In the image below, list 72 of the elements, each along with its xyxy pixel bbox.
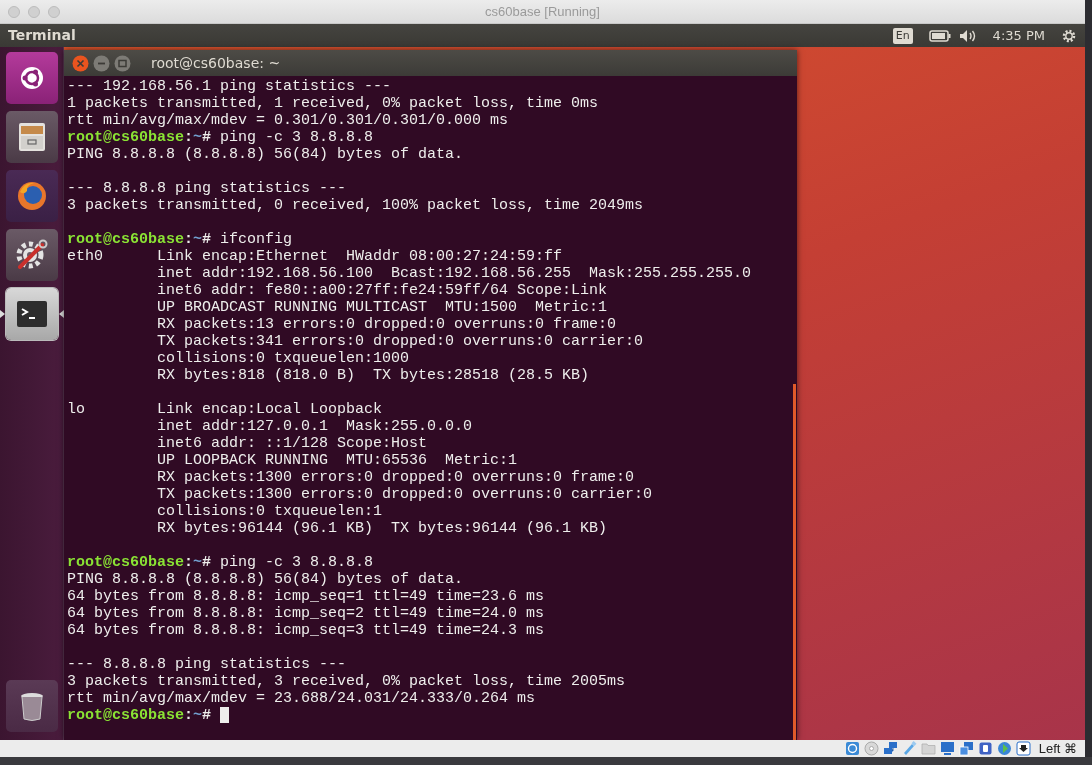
output-line: TX packets:1300 errors:0 dropped:0 overruns:0 carrier:0 [156, 486, 654, 503]
output-line: --- 192.168.56.1 ping statistics --- [67, 78, 393, 95]
prompt-separator: : [184, 129, 194, 146]
prompt-path: ~ [193, 231, 203, 248]
output-line: 3 packets transmitted, 0 received, 100% packet loss, time 2049ms [67, 197, 645, 214]
output-line: inet6 addr: ::1/128 Scope:Host [156, 435, 429, 452]
output-line: 64 bytes from 8.8.8.8: icmp_seq=2 ttl=49 time=24.0 ms [67, 605, 546, 622]
output-line: RX bytes:818 (818.0 B) TX bytes:28518 (28.5 KB) [156, 367, 591, 384]
prompt-user: root@cs60base [67, 707, 185, 724]
windows-icon[interactable] [958, 741, 974, 756]
prompt-user: root@cs60base [67, 129, 185, 146]
prompt-symbol: # [202, 231, 212, 248]
prompt-symbol: # [202, 129, 212, 146]
prompt-separator: : [184, 707, 194, 724]
prompt-symbol: # [202, 554, 212, 571]
hard-disk-icon[interactable] [844, 741, 860, 756]
output-line: inet6 addr: fe80::a00:27ff:fe24:59ff/64 Scope:Link [156, 282, 609, 299]
gear-icon[interactable] [1061, 27, 1077, 44]
prompt-symbol: # [202, 707, 212, 724]
output-line: TX packets:341 errors:0 dropped:0 overruns:0 carrier:0 [156, 333, 645, 350]
output-line: 3 packets transmitted, 3 received, 0% packet loss, time 2005ms [67, 673, 627, 690]
prompt-user: root@cs60base [67, 554, 185, 571]
output-line: RX packets:13 errors:0 dropped:0 overruns:0 frame:0 [156, 316, 618, 333]
output-line: RX packets:1300 errors:0 dropped:0 overruns:0 frame:0 [156, 469, 636, 486]
output-line: rtt min/avg/max/mdev = 23.688/24.031/24.333/0.264 ms [67, 690, 537, 707]
output-line: eth0 Link encap:Ethernet HWaddr 08:00:27:24:59:ff [67, 248, 564, 265]
output-line: collisions:0 txqueuelen:1000 [156, 350, 411, 367]
chip-icon[interactable] [977, 741, 993, 756]
output-line: PING 8.8.8.8 (8.8.8.8) 56(84) bytes of data. [67, 146, 465, 163]
terminal-title: root@cs60base: ~ [151, 53, 281, 73]
close-button[interactable] [72, 54, 89, 72]
output-line: 64 bytes from 8.8.8.8: icmp_seq=3 ttl=49 time=24.3 ms [67, 622, 546, 639]
output-line: --- 8.8.8.8 ping statistics --- [67, 180, 348, 197]
download-icon[interactable] [1015, 741, 1031, 756]
window-title: cs60base [Running] [485, 2, 600, 21]
prompt-path: ~ [193, 707, 203, 724]
output-line: --- 8.8.8.8 ping statistics --- [67, 656, 348, 673]
prompt-separator: : [184, 231, 194, 248]
output-line: inet addr:127.0.0.1 Mask:255.0.0.0 [156, 418, 474, 435]
clock[interactable]: 4:35 PM [992, 25, 1045, 46]
prompt-separator: : [184, 554, 194, 571]
launcher-item[interactable] [5, 288, 58, 340]
launcher-item[interactable] [5, 680, 58, 732]
output-line: 1 packets transmitted, 1 received, 0% packet loss, time 0ms [67, 95, 600, 112]
output-line: 64 bytes from 8.8.8.8: icmp_seq=1 ttl=49 time=23.6 ms [67, 588, 546, 605]
command-text: ping -c 3 8.8.8.8 [219, 129, 374, 146]
output-line: lo Link encap:Local Loopback [67, 401, 384, 418]
output-line: collisions:0 txqueuelen:1 [156, 503, 384, 520]
output-line: UP BROADCAST RUNNING MULTICAST MTU:1500 Metric:1 [156, 299, 609, 316]
scroll-bar[interactable] [793, 384, 796, 740]
host-key-label: Left ⌘ [1038, 739, 1077, 758]
app-name: Terminal [7, 26, 77, 45]
prompt-path: ~ [193, 129, 203, 146]
maximize-button[interactable] [114, 54, 131, 72]
output-line: rtt min/avg/max/mdev = 0.301/0.301/0.301/0.000 ms [67, 112, 510, 129]
prompt-user: root@cs60base [67, 231, 185, 248]
launcher-item[interactable] [5, 229, 58, 281]
network-icon[interactable] [882, 741, 898, 756]
volume-icon[interactable] [958, 28, 977, 43]
launcher-item[interactable] [5, 111, 58, 163]
output-line: UP LOOPBACK RUNNING MTU:65536 Metric:1 [156, 452, 519, 469]
display-icon[interactable] [939, 741, 955, 756]
prompt-path: ~ [193, 554, 203, 571]
command-text: ping -c 3 8.8.8.8 [219, 554, 374, 571]
keyboard-indicator[interactable]: En [892, 27, 913, 44]
minimize-button[interactable] [93, 54, 110, 72]
output-line: PING 8.8.8.8 (8.8.8.8) 56(84) bytes of data. [67, 571, 465, 588]
output-line: inet addr:192.168.56.100 Bcast:192.168.56.255 Mask:255.255.255.0 [156, 265, 753, 282]
output-line: RX bytes:96144 (96.1 KB) TX bytes:96144 (96.1 KB) [156, 520, 609, 537]
command-text: ifconfig [219, 231, 293, 248]
launcher-item[interactable] [5, 52, 58, 104]
battery-icon[interactable] [928, 29, 951, 42]
